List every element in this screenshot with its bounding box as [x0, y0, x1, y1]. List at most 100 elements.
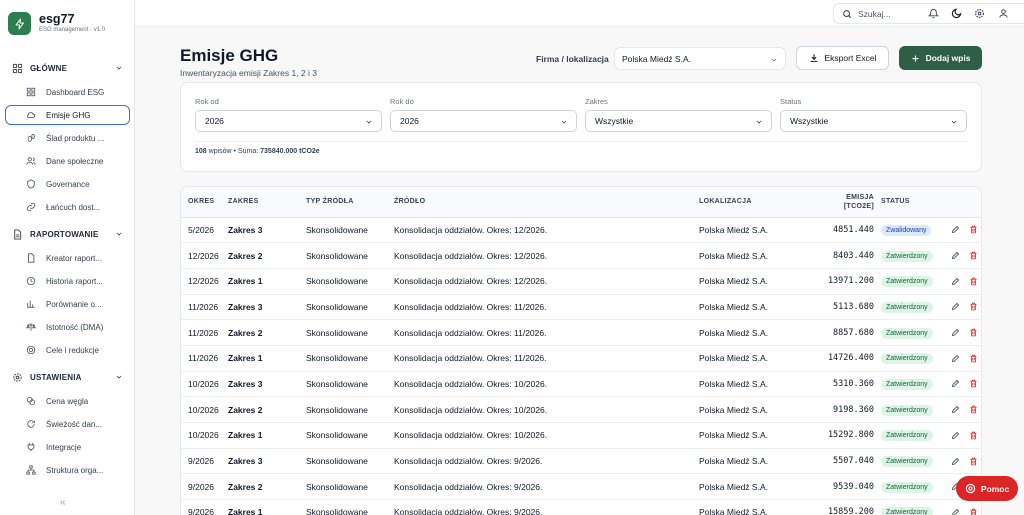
col-location[interactable]: LOKALIZACJA	[699, 187, 799, 218]
edit-button[interactable]	[951, 457, 960, 466]
bar-chart-icon	[27, 300, 35, 308]
chevron-down-icon	[771, 58, 777, 62]
cell-source-type: Skonsolidowane	[306, 473, 394, 501]
year-to-select[interactable]: 2026	[390, 110, 577, 132]
export-excel-button[interactable]: Eksport Excel	[796, 46, 889, 70]
table-row[interactable]: 11/2026 Zakres 2 Skonsolidowane Konsolidacj…	[181, 319, 981, 346]
sidebar-item-kreator-raportow[interactable]: Kreator raport...	[5, 248, 130, 268]
sidebar-item-dashboard[interactable]: Dashboard ESG	[5, 82, 130, 102]
scale-icon	[26, 323, 36, 331]
col-source[interactable]: ŹRÓDŁO	[394, 187, 699, 218]
nav-section-settings[interactable]: USTAWIENIA	[0, 369, 135, 385]
col-emission[interactable]: EMISJA [TCO2E]	[799, 187, 881, 218]
pencil-icon	[951, 329, 960, 337]
sidebar-item-historia-raportow[interactable]: Historia raport...	[5, 271, 130, 291]
theme-toggle-button[interactable]	[948, 5, 965, 22]
sidebar-item-porownanie[interactable]: Porównanie o...	[5, 294, 130, 314]
table-row[interactable]: 12/2026 Zakres 1 Skonsolidowane Konsolidacj…	[181, 268, 981, 295]
sidebar-item-slad-produktu[interactable]: Ślad produktu ...	[5, 128, 130, 148]
delete-button[interactable]	[969, 277, 978, 286]
sidebar-item-governance[interactable]: Governance	[5, 174, 130, 194]
table-row[interactable]: 11/2026 Zakres 3 Skonsolidowane Konsolidacj…	[181, 294, 981, 321]
table-row[interactable]: 10/2026 Zakres 1 Skonsolidowane Konsolidacj…	[181, 422, 981, 449]
table-row[interactable]: 11/2026 Zakres 1 Skonsolidowane Konsolidacj…	[181, 345, 981, 372]
cell-scope: Zakres 3	[228, 217, 306, 244]
table-row[interactable]: 10/2026 Zakres 3 Skonsolidowane Konsolidacj…	[181, 371, 981, 398]
edit-button[interactable]	[951, 354, 960, 363]
table-row[interactable]: 5/2026 Zakres 3 Skonsolidowane Konsolidacja…	[181, 217, 981, 244]
table-row[interactable]: 10/2026 Zakres 2 Skonsolidowane Konsolidacj…	[181, 396, 981, 423]
history-icon	[26, 276, 36, 286]
filters-divider	[195, 141, 968, 142]
settings-button[interactable]	[971, 5, 988, 22]
table-row[interactable]: 12/2026 Zakres 2 Skonsolidowane Konsolidacj…	[181, 242, 981, 269]
delete-button[interactable]	[969, 405, 978, 414]
cell-status: Zatwierdzony	[881, 499, 951, 515]
gear-icon	[975, 9, 984, 18]
delete-button[interactable]	[969, 379, 978, 388]
sum-value: 735840.000 tCO2e	[260, 148, 320, 155]
cell-location: Polska Miedź S.A.	[699, 345, 799, 372]
scope-label: Zakres	[585, 97, 608, 106]
delete-button[interactable]	[969, 457, 978, 466]
status-label: Status	[780, 97, 802, 106]
trash-icon	[970, 251, 977, 260]
cell-source-type: Skonsolidowane	[306, 448, 394, 475]
edit-button[interactable]	[951, 405, 960, 414]
gear-icon	[13, 372, 22, 382]
delete-button[interactable]	[969, 302, 978, 311]
edit-button[interactable]	[951, 251, 960, 260]
grid-icon	[12, 63, 23, 73]
edit-button[interactable]	[951, 328, 960, 337]
sidebar-item-cele-redukcje[interactable]: Cele i redukcje	[5, 340, 130, 360]
org-chart-icon	[26, 465, 36, 475]
edit-button[interactable]	[951, 277, 960, 286]
cell-emission: 5310.360	[799, 371, 881, 398]
sidebar-item-swiezosc-danych[interactable]: Świeżość dan...	[5, 414, 130, 434]
edit-button[interactable]	[951, 508, 960, 515]
notifications-button[interactable]	[925, 5, 942, 22]
help-button[interactable]: Pomoc	[956, 476, 1018, 501]
target-icon	[26, 345, 36, 355]
add-entry-button[interactable]: Dodaj wpis	[899, 46, 982, 70]
user-menu-button[interactable]	[995, 5, 1012, 22]
delete-button[interactable]	[969, 328, 978, 337]
firm-select[interactable]: Polska Miedź S.A.	[614, 47, 786, 70]
nav-section-main[interactable]: GŁÓWNE	[0, 60, 135, 76]
edit-button[interactable]	[951, 302, 960, 311]
sum-label: Suma:	[237, 148, 259, 155]
pencil-icon	[951, 457, 960, 465]
year-from-select[interactable]: 2026	[195, 110, 382, 132]
sidebar-item-cena-wegla[interactable]: Cena węgla	[5, 391, 130, 411]
table-row[interactable]: 9/2026 Zakres 3 Skonsolidowane Konsolidacja…	[181, 448, 981, 475]
edit-button[interactable]	[951, 431, 960, 440]
sidebar-item-integracje[interactable]: Integracje	[5, 437, 130, 457]
sidebar-item-struktura-organizacji[interactable]: Struktura orga...	[5, 460, 130, 480]
table-row[interactable]: 9/2026 Zakres 2 Skonsolidowane Konsolidacja…	[181, 473, 981, 501]
nav-section-reporting[interactable]: RAPORTOWANIE	[0, 226, 135, 242]
cell-location: Polska Miedź S.A.	[699, 319, 799, 346]
scope-select[interactable]: Wszystkie	[585, 110, 772, 132]
summary-line: 108 wpisów • Suma: 735840.000 tCO2e	[195, 148, 320, 155]
brand[interactable]: esg77 ESG management · v1.0	[8, 12, 105, 35]
delete-button[interactable]	[969, 251, 978, 260]
col-scope[interactable]: ZAKRES	[228, 187, 306, 218]
table-row[interactable]: 9/2026 Zakres 1 Skonsolidowane Konsolidacja…	[181, 499, 981, 515]
edit-button[interactable]	[951, 225, 960, 234]
sidebar-item-dane-spoleczne[interactable]: Dane społeczne	[5, 151, 130, 171]
edit-button[interactable]	[951, 379, 960, 388]
sidebar-item-emisje-ghg[interactable]: Emisje GHG	[5, 105, 130, 125]
export-excel-label: Eksport Excel	[824, 53, 877, 63]
cell-actions	[951, 448, 981, 475]
delete-button[interactable]	[969, 225, 978, 234]
sidebar-item-lancuch-dostaw[interactable]: Łańcuch dost...	[5, 197, 130, 217]
col-source-type[interactable]: TYP ŹRÓDŁA	[306, 187, 394, 218]
col-period[interactable]: OKRES	[181, 187, 228, 218]
sidebar-item-istotnosc-dma[interactable]: Istotność (DMA)	[5, 317, 130, 337]
delete-button[interactable]	[969, 354, 978, 363]
delete-button[interactable]	[969, 431, 978, 440]
collapse-sidebar-button[interactable]: «	[60, 497, 66, 508]
status-select[interactable]: Wszystkie	[780, 110, 967, 132]
col-status[interactable]: STATUS	[881, 187, 951, 218]
delete-button[interactable]	[969, 508, 978, 515]
